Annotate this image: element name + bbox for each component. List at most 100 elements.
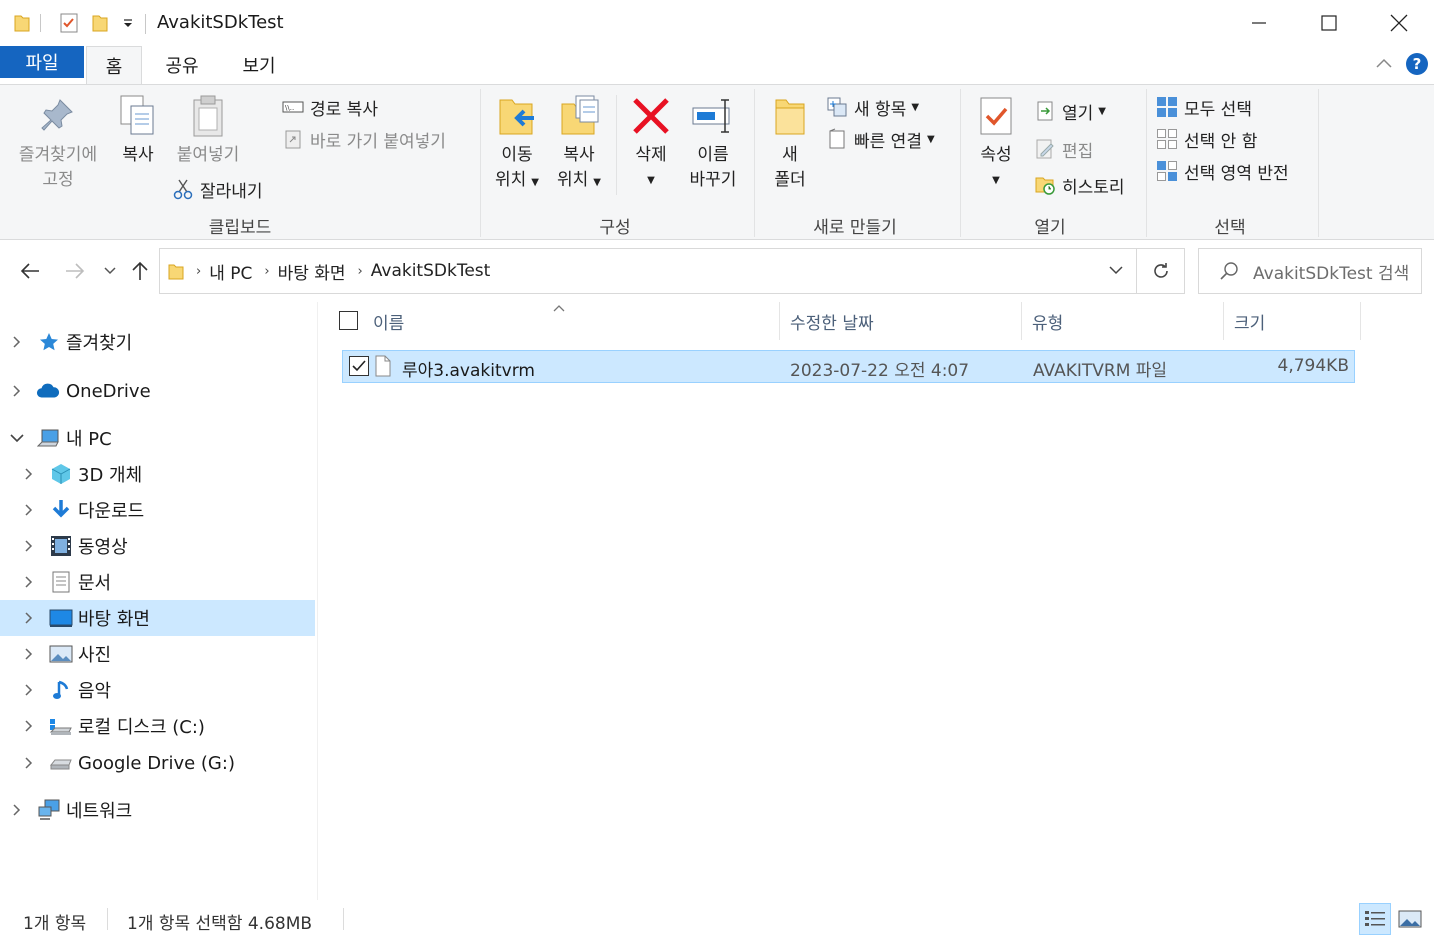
tab-home[interactable]: 홈 xyxy=(86,46,142,85)
column-header-size[interactable]: 크기 xyxy=(1224,302,1361,340)
customize-toolbar-icon[interactable] xyxy=(120,12,136,34)
properties-quick-icon[interactable] xyxy=(58,12,80,34)
pin-to-quick-access-button[interactable]: 즐겨찾기에 고정 xyxy=(12,91,104,193)
sidebar-item-label: 다운로드 xyxy=(78,501,145,522)
sidebar-item-desktop[interactable]: 바탕 화면 xyxy=(0,600,315,636)
sidebar-item-quick-access[interactable]: 즐겨찾기 xyxy=(0,324,315,360)
minimize-button[interactable] xyxy=(1224,0,1294,46)
address-history-dropdown[interactable] xyxy=(1108,261,1128,281)
move-to-label-line2: 위치 ▼ xyxy=(495,170,539,190)
select-all-checkbox[interactable] xyxy=(339,311,358,330)
cut-button[interactable]: 잘라내기 xyxy=(172,175,263,203)
folder-icon[interactable] xyxy=(12,12,32,34)
chevron-right-icon[interactable] xyxy=(21,466,37,482)
sidebar-item-pictures[interactable]: 사진 xyxy=(0,636,315,672)
chevron-right-icon[interactable] xyxy=(21,574,37,590)
minimize-icon xyxy=(1252,22,1266,24)
sidebar-item-this-pc[interactable]: 내 PC xyxy=(0,420,315,456)
chevron-right-icon[interactable]: › xyxy=(196,264,201,279)
edit-button[interactable]: 편집 xyxy=(1034,135,1093,163)
scissors-icon xyxy=(172,178,194,200)
chevron-down-icon[interactable] xyxy=(9,430,25,446)
file-type: AVAKITVRM 파일 xyxy=(1033,361,1168,381)
new-folder-quick-icon[interactable] xyxy=(90,12,110,34)
sidebar-item-network[interactable]: 네트워크 xyxy=(0,792,315,828)
sidebar-item-label: 음악 xyxy=(78,681,112,702)
close-button[interactable] xyxy=(1364,0,1434,46)
select-none-button[interactable]: 선택 안 함 xyxy=(1156,125,1257,153)
back-button[interactable] xyxy=(17,258,43,284)
move-to-button[interactable]: 이동 위치 ▼ xyxy=(490,91,544,195)
delete-button[interactable]: 삭제 ▼ xyxy=(626,91,676,193)
copy-path-button[interactable]: \\.. 경로 복사 xyxy=(282,93,378,121)
chevron-up-icon[interactable] xyxy=(1374,54,1394,74)
history-button[interactable]: 히스토리 xyxy=(1034,171,1125,199)
chevron-right-icon[interactable] xyxy=(21,646,37,662)
up-button[interactable] xyxy=(127,258,153,284)
rename-button[interactable]: 이름 바꾸기 xyxy=(682,91,744,193)
chevron-right-icon[interactable]: › xyxy=(358,264,363,279)
select-all-button[interactable]: 모두 선택 xyxy=(1156,93,1252,121)
sidebar-item-onedrive[interactable]: OneDrive xyxy=(0,373,315,409)
search-box[interactable]: AvakitSDkTest 검색 xyxy=(1198,248,1422,294)
tab-share[interactable]: 공유 xyxy=(150,46,214,84)
breadcrumb-this-pc[interactable]: 내 PC xyxy=(209,259,252,284)
column-header-modified[interactable]: 수정한 날짜 xyxy=(780,302,1022,340)
open-button[interactable]: 열기 ▼ xyxy=(1034,97,1106,125)
paste-button[interactable]: 붙여넣기 xyxy=(170,91,246,168)
forward-button[interactable] xyxy=(62,258,88,284)
forward-arrow-icon xyxy=(66,263,85,279)
open-group-label: 열기 xyxy=(1034,218,1066,238)
sidebar-item-documents[interactable]: 문서 xyxy=(0,564,315,600)
sidebar-item-videos[interactable]: 동영상 xyxy=(0,528,315,564)
desktop-icon xyxy=(49,606,73,630)
paste-shortcut-button[interactable]: 바로 가기 붙여넣기 xyxy=(282,125,446,153)
new-item-button[interactable]: 새 항목 ▼ xyxy=(826,93,919,121)
details-view-button[interactable] xyxy=(1359,903,1391,935)
chevron-right-icon[interactable] xyxy=(21,682,37,698)
maximize-button[interactable] xyxy=(1294,0,1364,46)
file-row[interactable]: 루아3.avakitvrm 2023-07-22 오전 4:07 AVAKITV… xyxy=(342,350,1355,383)
row-checkbox[interactable] xyxy=(349,356,369,376)
sidebar-item-music[interactable]: 음악 xyxy=(0,672,315,708)
chevron-right-icon[interactable] xyxy=(21,502,37,518)
column-header-name[interactable]: 이름 xyxy=(363,302,780,340)
sidebar-item-local-disk[interactable]: 로컬 디스크 (C:) xyxy=(0,708,315,744)
address-bar[interactable]: › 내 PC › 바탕 화면 › AvakitSDkTest xyxy=(159,248,1137,294)
large-icons-view-button[interactable] xyxy=(1394,903,1426,935)
chevron-right-icon[interactable] xyxy=(21,538,37,554)
breadcrumb-current-folder[interactable]: AvakitSDkTest xyxy=(371,261,491,281)
chevron-right-icon[interactable] xyxy=(21,610,37,626)
properties-button[interactable]: 속성 ▼ xyxy=(970,91,1022,193)
chevron-right-icon[interactable] xyxy=(21,755,37,771)
select-group-label: 선택 xyxy=(1214,218,1246,238)
copy-to-button[interactable]: 복사 위치 ▼ xyxy=(552,91,606,195)
picture-icon xyxy=(49,642,73,666)
column-header-label: 크기 xyxy=(1234,313,1266,334)
invert-selection-button[interactable]: 선택 영역 반전 xyxy=(1156,157,1289,185)
chevron-right-icon[interactable] xyxy=(9,383,25,399)
sidebar-item-downloads[interactable]: 다운로드 xyxy=(0,492,315,528)
breadcrumb-desktop[interactable]: 바탕 화면 xyxy=(278,259,346,284)
easy-access-button[interactable]: 빠른 연결 ▼ xyxy=(826,125,935,153)
refresh-icon xyxy=(1153,263,1168,278)
copy-label: 복사 xyxy=(122,145,154,165)
refresh-button[interactable] xyxy=(1137,248,1185,294)
new-folder-button[interactable]: 새 폴더 xyxy=(764,91,816,193)
chevron-right-icon[interactable]: › xyxy=(264,264,269,279)
recent-locations-button[interactable] xyxy=(97,258,123,284)
column-header-type[interactable]: 유형 xyxy=(1022,302,1224,340)
tab-view[interactable]: 보기 xyxy=(224,46,294,84)
sidebar-item-3d-objects[interactable]: 3D 개체 xyxy=(0,456,315,492)
chevron-right-icon[interactable] xyxy=(21,718,37,734)
move-to-label-line1: 이동 xyxy=(501,145,533,165)
sidebar-item-google-drive[interactable]: Google Drive (G:) xyxy=(0,745,315,781)
properties-icon xyxy=(972,91,1020,141)
sidebar-item-label: 문서 xyxy=(78,573,112,594)
tab-file[interactable]: 파일 xyxy=(0,46,84,78)
chevron-right-icon[interactable] xyxy=(9,802,25,818)
folder-icon xyxy=(168,262,184,280)
copy-button[interactable]: 복사 xyxy=(108,91,168,168)
help-icon[interactable]: ? xyxy=(1406,53,1428,75)
chevron-right-icon[interactable] xyxy=(9,334,25,350)
